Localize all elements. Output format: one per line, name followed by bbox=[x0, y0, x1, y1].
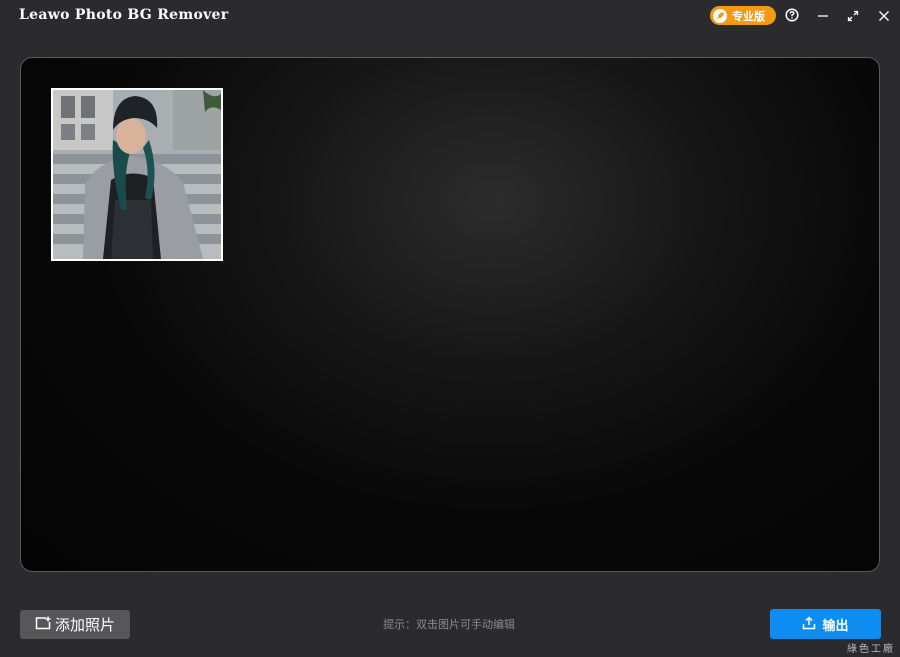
pro-version-badge[interactable]: 专业版 bbox=[710, 6, 776, 25]
photo-thumbnail-image bbox=[53, 90, 221, 259]
minimize-icon bbox=[817, 7, 829, 26]
photo-workspace[interactable] bbox=[20, 57, 880, 572]
maximize-icon bbox=[847, 7, 859, 26]
add-photo-button[interactable]: 添加照片 bbox=[20, 610, 130, 639]
hint-text: 提示：双击图片可手动编辑 bbox=[383, 618, 515, 631]
minimize-button[interactable] bbox=[813, 6, 833, 26]
help-circle-icon bbox=[785, 7, 799, 26]
watermark: 綠色工廠 bbox=[847, 644, 895, 655]
upload-icon bbox=[802, 615, 816, 634]
pro-badge-label: 专业版 bbox=[732, 9, 765, 23]
add-photo-label: 添加照片 bbox=[54, 616, 115, 634]
add-image-icon bbox=[35, 615, 51, 634]
maximize-button[interactable] bbox=[843, 6, 863, 26]
export-label: 输出 bbox=[822, 618, 849, 634]
rocket-icon bbox=[713, 8, 727, 23]
help-button[interactable] bbox=[782, 6, 802, 26]
title-bar: Leawo Photo BG Remover 专业版 bbox=[0, 0, 900, 32]
photo-thumbnail[interactable] bbox=[51, 88, 223, 261]
close-icon bbox=[878, 7, 890, 26]
bottom-toolbar: 添加照片 提示：双击图片可手动编辑 输出 綠色工廠 bbox=[0, 600, 900, 657]
export-button[interactable]: 输出 bbox=[770, 609, 881, 639]
app-title: Leawo Photo BG Remover bbox=[19, 7, 229, 23]
close-button[interactable] bbox=[874, 6, 894, 26]
